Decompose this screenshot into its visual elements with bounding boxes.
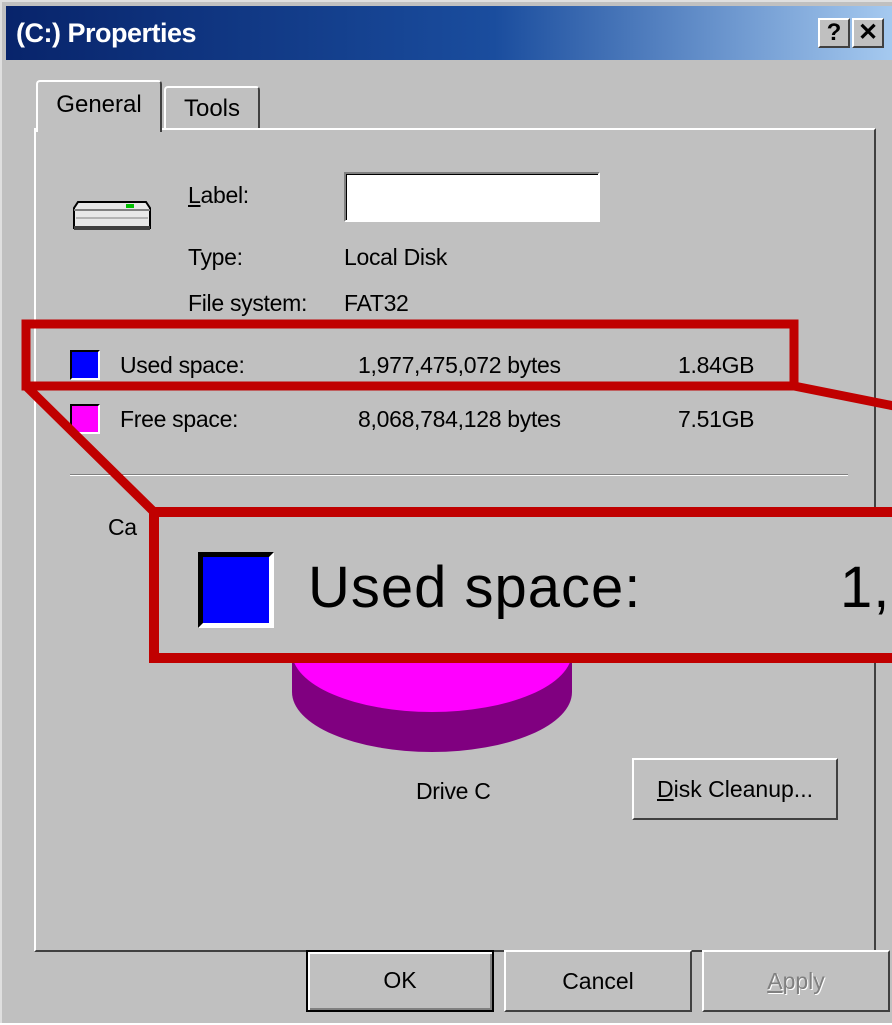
- file-system-value: FAT32: [344, 290, 409, 316]
- zoom-value-fragment: 1,9: [840, 555, 892, 620]
- tab-general[interactable]: General: [36, 80, 162, 132]
- drive-label: Drive C: [416, 778, 491, 804]
- free-space-bytes: 8,068,784,128 bytes: [358, 406, 561, 432]
- section-divider: [70, 474, 848, 476]
- used-space-caption: Used space:: [120, 352, 245, 378]
- label-caption-rest: abel:: [200, 182, 250, 208]
- capacity-caption: Ca: [108, 514, 137, 540]
- disk-cleanup-button[interactable]: Disk Cleanup...: [632, 758, 838, 820]
- help-button[interactable]: ?: [818, 18, 850, 48]
- title-bar: (C:) Properties ? ✕: [6, 6, 892, 60]
- zoom-used-space-swatch: [198, 552, 274, 628]
- type-caption: Type:: [188, 244, 243, 270]
- properties-dialog: (C:) Properties ? ✕ General Tools Label:…: [0, 0, 892, 1023]
- zoom-used-space-label: Used space:: [308, 555, 642, 620]
- free-space-caption: Free space:: [120, 406, 239, 432]
- file-system-caption: File system:: [188, 290, 308, 316]
- zoom-callout: Used space: 1,9: [150, 508, 892, 658]
- used-space-size: 1.84GB: [678, 352, 755, 378]
- window-title: (C:) Properties: [16, 18, 197, 48]
- close-button[interactable]: ✕: [852, 18, 884, 48]
- free-space-size: 7.51GB: [678, 406, 755, 432]
- apply-key: A: [767, 968, 783, 994]
- free-space-swatch: [70, 404, 100, 434]
- apply-button[interactable]: Apply: [702, 950, 890, 1012]
- cancel-button[interactable]: Cancel: [504, 950, 692, 1012]
- used-space-bytes: 1,977,475,072 bytes: [358, 352, 561, 378]
- used-space-swatch: [70, 350, 100, 380]
- hard-drive-icon: [73, 201, 151, 230]
- disk-cleanup-key: D: [657, 776, 674, 802]
- volume-label-input[interactable]: [344, 172, 600, 222]
- disk-cleanup-rest: isk Cleanup...: [673, 776, 813, 802]
- label-caption: Label:: [188, 182, 249, 209]
- apply-rest: pply: [782, 968, 825, 994]
- tab-tools[interactable]: Tools: [164, 86, 260, 130]
- label-caption-key: L: [188, 182, 201, 208]
- ok-button[interactable]: OK: [306, 950, 494, 1012]
- type-value: Local Disk: [344, 244, 448, 270]
